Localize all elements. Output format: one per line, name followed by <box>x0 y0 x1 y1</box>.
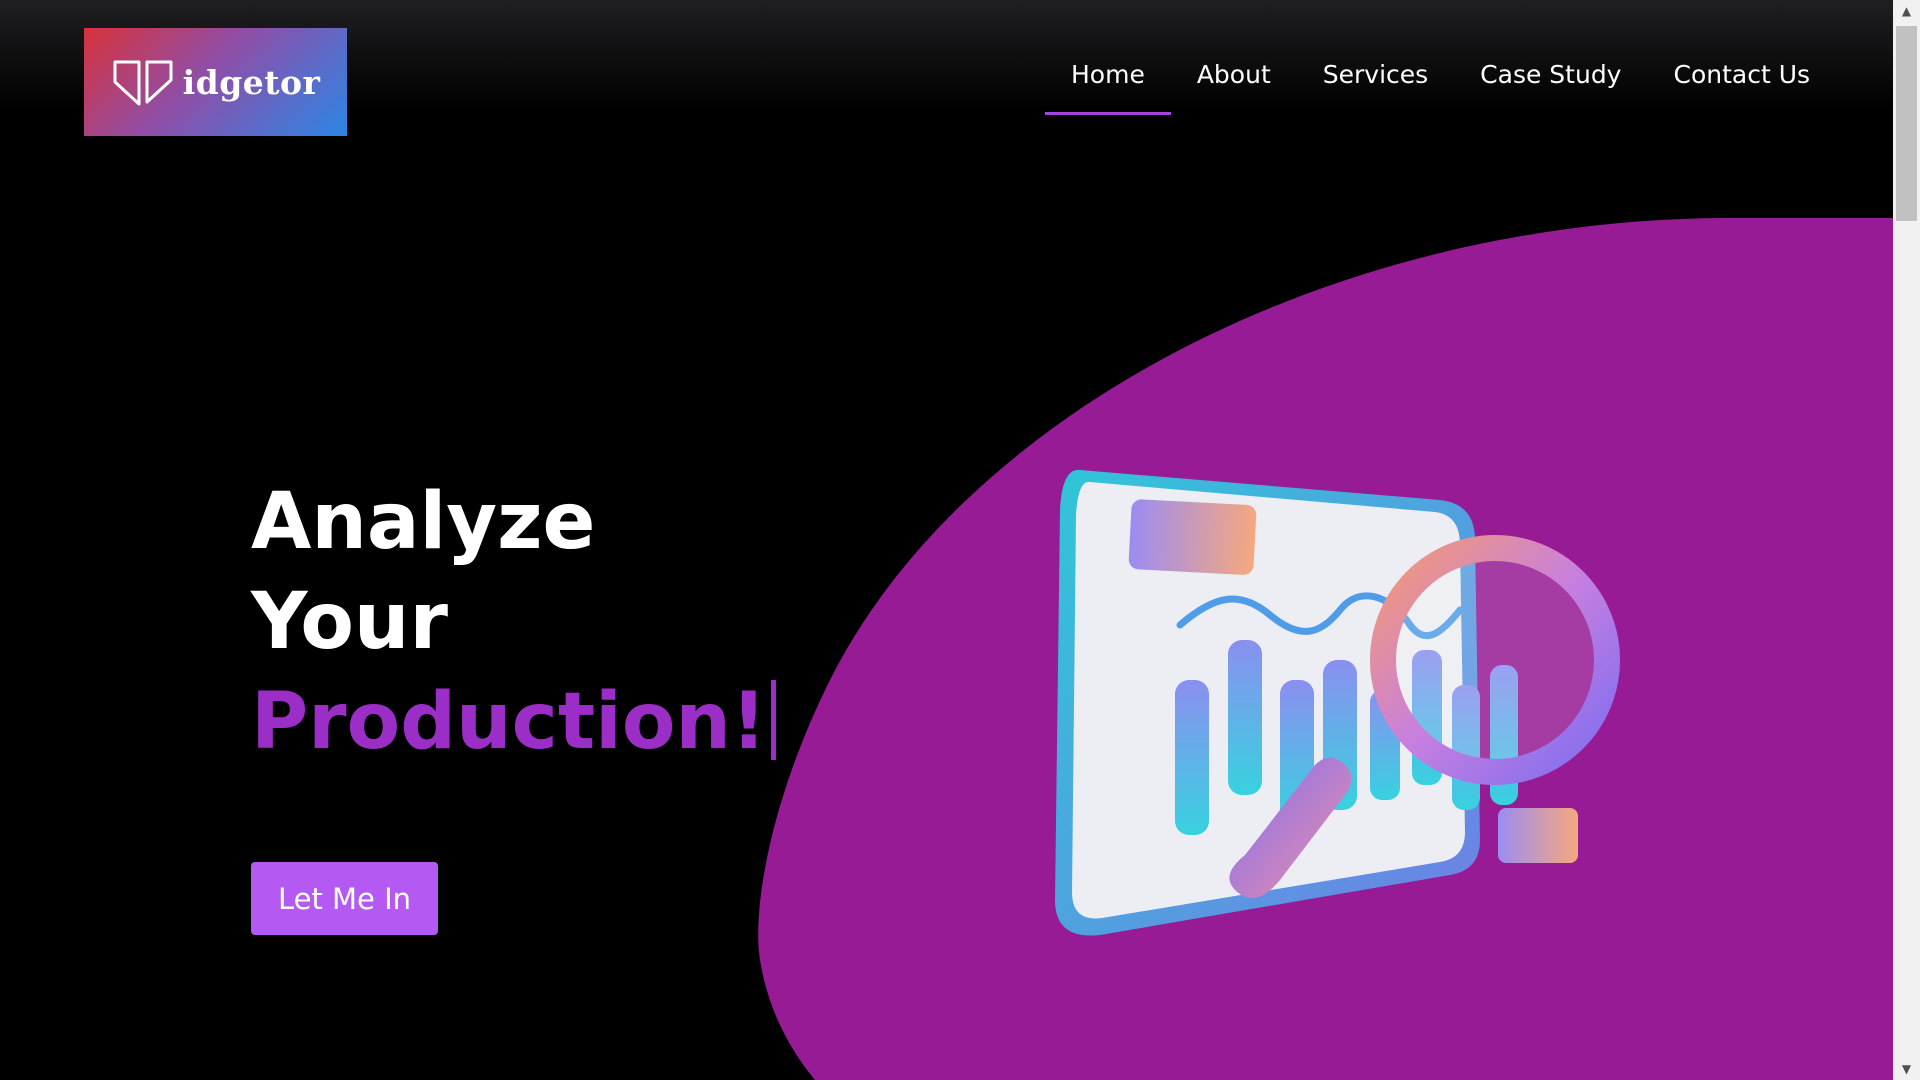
nav-item-services[interactable]: Services <box>1297 56 1454 115</box>
typing-cursor <box>770 680 776 760</box>
analytics-magnifier-icon <box>1055 469 1620 936</box>
hero-line-your: Your <box>251 577 448 667</box>
scroll-down-icon[interactable]: ▼ <box>1893 1058 1920 1080</box>
hero-line-analyze: Analyze <box>251 477 596 567</box>
hero-heading: Analyze Your Production! <box>251 472 776 772</box>
nav-item-about[interactable]: About <box>1171 56 1297 115</box>
hero-line-production: Production! <box>251 677 767 767</box>
vertical-scrollbar[interactable]: ▲ ▼ <box>1893 0 1920 1080</box>
nav-item-contact-us[interactable]: Contact Us <box>1647 56 1836 115</box>
logo-mark-icon <box>113 60 173 106</box>
scrollbar-thumb[interactable] <box>1896 26 1917 221</box>
logo-text: idgetor <box>182 62 321 102</box>
landing-page: idgetor Home About Services Case Study C… <box>0 0 1920 1080</box>
nav-item-home[interactable]: Home <box>1045 56 1171 115</box>
logo[interactable]: idgetor <box>84 28 347 136</box>
scroll-up-icon[interactable]: ▲ <box>1893 0 1920 22</box>
hero-line-production-wrap: Production! <box>251 672 776 772</box>
main-nav: Home About Services Case Study Contact U… <box>1045 56 1836 115</box>
let-me-in-button[interactable]: Let Me In <box>251 862 438 935</box>
nav-item-case-study[interactable]: Case Study <box>1454 56 1647 115</box>
